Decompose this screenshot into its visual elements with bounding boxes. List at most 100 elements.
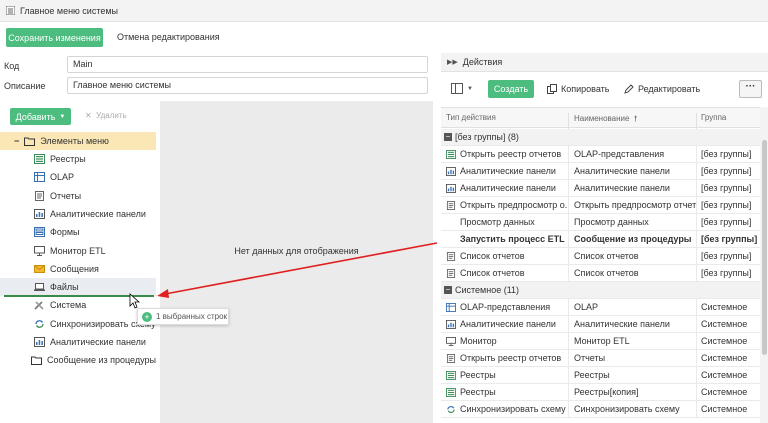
tree-item[interactable]: Файлы xyxy=(0,278,156,297)
column-separator xyxy=(696,231,697,248)
tree-item[interactable]: Система xyxy=(0,296,156,314)
column-header-group[interactable]: Группа xyxy=(701,113,726,122)
olap-icon xyxy=(34,172,45,183)
grid-group-toggle[interactable]: − Системное (11) xyxy=(444,285,519,295)
grid-header: Тип действия Наименование 🠕 Группа xyxy=(441,108,760,133)
edit-button-label: Редактировать xyxy=(638,84,701,94)
cell-action-type-text: Синхронизировать схему xyxy=(460,404,566,414)
table-row[interactable]: Запустить процесс ETL Сообщение из процед… xyxy=(441,231,760,248)
save-changes-button[interactable]: Сохранить изменения xyxy=(6,28,103,47)
cell-action-type-text: Аналитические панели xyxy=(460,319,556,329)
cell-action-type: Монитор xyxy=(446,336,568,346)
column-separator xyxy=(696,350,697,367)
view-toggle-button[interactable]: ▼ xyxy=(448,79,476,98)
table-row[interactable]: Реестры Реестры[копия] Системное xyxy=(441,384,760,401)
laptop-icon xyxy=(34,283,45,292)
column-separator xyxy=(568,248,569,265)
table-row[interactable]: Список отчетов Список отчетов [без группы] xyxy=(441,248,760,265)
grid-scrollbar-thumb[interactable] xyxy=(762,140,767,355)
dashboard-icon xyxy=(446,319,456,329)
table-row[interactable]: Открыть реестр отчетов Отчеты Системное xyxy=(441,350,760,367)
table-row[interactable]: Открыть предпросмотр о... Открыть предпро… xyxy=(441,197,760,214)
column-separator xyxy=(568,316,569,333)
cell-group: Системное xyxy=(701,336,748,346)
cell-action-type: Открыть реестр отчетов xyxy=(446,353,568,363)
create-button[interactable]: Создать xyxy=(488,80,534,98)
table-row[interactable]: Аналитические панели Аналитические панели… xyxy=(441,163,760,180)
tree-item-label: Файлы xyxy=(50,282,79,293)
grid-group-toggle[interactable]: − [без группы] (8) xyxy=(444,132,519,142)
table-row[interactable]: Просмотр данных Просмотр данных [без групп… xyxy=(441,214,760,231)
collapse-icon[interactable]: − xyxy=(444,286,452,294)
table-row[interactable]: Открыть реестр отчетов OLAP-представления… xyxy=(441,146,760,163)
cell-action-type: Синхронизировать схему xyxy=(446,404,568,414)
cell-name: Аналитические панели xyxy=(574,183,670,193)
collapse-icon[interactable]: − xyxy=(444,133,452,141)
cell-action-type: Список отчетов xyxy=(446,268,568,278)
tree-root-item[interactable]: − Элементы меню xyxy=(0,132,156,150)
cancel-edit-button[interactable]: Отмена редактирования xyxy=(117,32,220,42)
dashboard-icon xyxy=(446,183,456,193)
tree-item[interactable]: Синхронизировать схему xyxy=(0,315,156,333)
more-options-button[interactable]: ··· xyxy=(739,80,762,98)
table-row[interactable]: Реестры Реестры Системное xyxy=(441,367,760,384)
tree-item-label: Формы xyxy=(50,227,80,238)
window-titlebar: Главное меню системы xyxy=(0,0,768,22)
tree-item[interactable]: Сообщения xyxy=(0,260,156,278)
pencil-icon xyxy=(624,84,634,94)
tree-item[interactable]: Отчеты xyxy=(0,187,156,205)
cell-action-type: Запустить процесс ETL xyxy=(446,234,568,244)
cell-action-type: Список отчетов xyxy=(446,251,568,261)
column-separator xyxy=(568,197,569,214)
cell-name: OLAP-представления xyxy=(574,149,665,159)
tree-item[interactable]: Формы xyxy=(0,223,156,241)
cell-action-type-text: Аналитические панели xyxy=(460,183,556,193)
drop-insert-indicator xyxy=(4,295,154,297)
description-field[interactable]: Главное меню системы xyxy=(67,77,428,94)
tree-item-label: Сообщения xyxy=(50,263,99,274)
delete-button[interactable]: ✕ Удалить xyxy=(85,111,127,120)
table-row[interactable]: Аналитические панели Аналитические панели… xyxy=(441,316,760,333)
table-row[interactable]: OLAP-представления OLAP Системное xyxy=(441,299,760,316)
table-row[interactable]: Монитор Монитор ETL Системное xyxy=(441,333,760,350)
add-circle-icon: + xyxy=(142,311,152,322)
cell-group: [без группы] xyxy=(701,268,752,278)
column-separator xyxy=(568,384,569,401)
tree-item[interactable]: Аналитические панели xyxy=(0,333,156,351)
cell-action-type: Реестры xyxy=(446,370,568,380)
cell-group: [без группы] xyxy=(701,183,752,193)
grid-group-row[interactable]: − Системное (11) xyxy=(441,282,760,299)
window-title: Главное меню системы xyxy=(20,5,119,16)
cell-name: OLAP xyxy=(574,302,599,312)
tree-item[interactable]: OLAP xyxy=(0,168,156,186)
column-header-type[interactable]: Тип действия xyxy=(446,113,496,122)
column-separator xyxy=(696,401,697,418)
column-header-name[interactable]: Наименование 🠕 xyxy=(574,113,637,127)
edit-button[interactable]: Редактировать xyxy=(624,84,700,94)
column-separator xyxy=(568,146,569,163)
actions-panel-header[interactable]: ▶▶ Действия xyxy=(441,53,768,72)
column-separator xyxy=(568,163,569,180)
copy-button[interactable]: Копировать xyxy=(547,84,609,94)
add-button[interactable]: Добавить ▼ xyxy=(10,108,71,125)
double-chevron-right-icon[interactable]: ▶▶ xyxy=(447,58,458,66)
tree-item[interactable]: Аналитические панели xyxy=(0,205,156,223)
collapse-icon[interactable]: − xyxy=(14,136,19,146)
grid-group-row[interactable]: − [без группы] (8) xyxy=(441,129,760,146)
table-row[interactable]: Аналитические панели Аналитические панели… xyxy=(441,180,760,197)
tree-item[interactable]: Сообщение из процедуры xyxy=(0,351,156,369)
table-row[interactable]: Список отчетов Список отчетов [без группы] xyxy=(441,265,760,282)
tree-item-label: Аналитические панели xyxy=(50,208,146,219)
report-icon xyxy=(446,251,456,261)
column-separator xyxy=(696,197,697,214)
tree-item[interactable]: Монитор ETL xyxy=(0,242,156,260)
copy-button-label: Копировать xyxy=(561,84,610,94)
tree-item[interactable]: Реестры xyxy=(0,150,156,168)
table-row[interactable]: Синхронизировать схему Синхронизировать с… xyxy=(441,401,760,418)
cell-group: Системное xyxy=(701,370,748,380)
cell-name: Реестры[копия] xyxy=(574,387,639,397)
cell-action-type-text: Реестры xyxy=(460,370,496,380)
menu-list-icon xyxy=(6,6,15,15)
folder-icon xyxy=(30,356,42,366)
code-field[interactable]: Main xyxy=(67,56,428,73)
